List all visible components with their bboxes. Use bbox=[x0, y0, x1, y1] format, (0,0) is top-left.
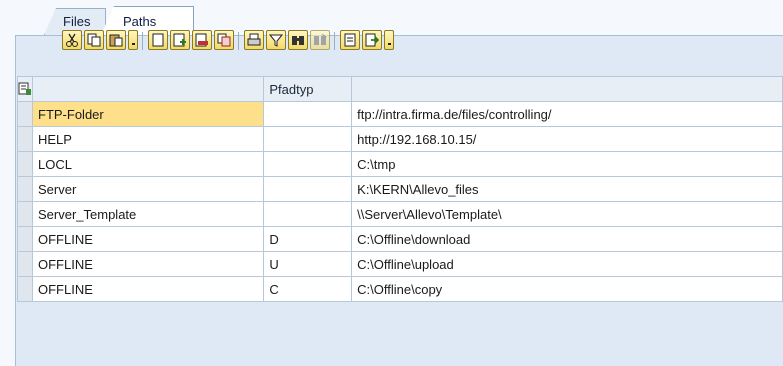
cell-type[interactable]: D bbox=[263, 226, 353, 252]
find-next-icon bbox=[314, 33, 327, 45]
column-header-name[interactable] bbox=[31, 76, 265, 102]
cell-path[interactable]: http://192.168.10.15/ bbox=[351, 126, 783, 152]
copy-row-icon bbox=[217, 33, 231, 47]
find-button[interactable] bbox=[288, 30, 308, 50]
row-selector[interactable] bbox=[17, 126, 33, 152]
cell-path[interactable]: \\Server\Allevo\Template\ bbox=[351, 201, 783, 227]
cell-type[interactable] bbox=[263, 151, 353, 177]
export-file-button[interactable] bbox=[362, 30, 382, 50]
table-row[interactable]: Server K:\KERN\Allevo_files bbox=[17, 176, 783, 202]
paths-table: Pfadtyp FTP-Folder ftp://intra.firma.de/… bbox=[17, 76, 783, 302]
export-dropdown[interactable] bbox=[384, 30, 394, 50]
chevron-down-icon bbox=[132, 43, 135, 45]
select-all-icon bbox=[18, 82, 31, 95]
column-header-pfadtyp[interactable]: Pfadtyp bbox=[263, 76, 353, 102]
insert-row-icon bbox=[173, 33, 186, 47]
copy-icon bbox=[87, 33, 101, 47]
cell-type[interactable]: C bbox=[263, 276, 353, 302]
paste-dropdown[interactable] bbox=[128, 30, 138, 50]
cut-button[interactable] bbox=[62, 30, 82, 50]
chevron-down-icon bbox=[388, 43, 391, 45]
cell-path[interactable]: C:\Offline\copy bbox=[351, 276, 783, 302]
cell-path[interactable]: C:\Offline\download bbox=[351, 226, 783, 252]
cell-path[interactable]: ftp://intra.firma.de/files/controlling/ bbox=[351, 101, 783, 127]
select-all-button[interactable] bbox=[17, 76, 33, 102]
paste-icon bbox=[109, 34, 123, 47]
filter-button[interactable] bbox=[266, 30, 286, 50]
cell-name[interactable]: Server_Template bbox=[31, 201, 265, 227]
export-button[interactable] bbox=[340, 30, 360, 50]
row-selector[interactable] bbox=[17, 251, 33, 277]
toolbar-separator bbox=[238, 32, 239, 50]
cell-name[interactable]: OFFLINE bbox=[31, 276, 265, 302]
table-row[interactable]: OFFLINE U C:\Offline\upload bbox=[17, 251, 783, 277]
cell-name[interactable]: Server bbox=[31, 176, 265, 202]
cell-type[interactable] bbox=[263, 126, 353, 152]
cut-icon bbox=[66, 33, 78, 47]
print-button[interactable] bbox=[244, 30, 264, 50]
row-selector[interactable] bbox=[17, 276, 33, 302]
export-file-icon bbox=[365, 33, 379, 47]
column-header-path[interactable] bbox=[351, 76, 783, 102]
copy-button[interactable] bbox=[84, 30, 104, 50]
binoculars-icon bbox=[292, 36, 304, 45]
cell-name[interactable]: HELP bbox=[31, 126, 265, 152]
cell-type[interactable] bbox=[263, 176, 353, 202]
new-row-icon bbox=[152, 33, 164, 47]
row-selector[interactable] bbox=[17, 176, 33, 202]
row-selector[interactable] bbox=[17, 226, 33, 252]
cell-path[interactable]: C:\Offline\upload bbox=[351, 251, 783, 277]
table-row[interactable]: LOCL C:\tmp bbox=[17, 151, 783, 177]
cell-type[interactable] bbox=[263, 201, 353, 227]
row-selector[interactable] bbox=[17, 151, 33, 177]
delete-row-icon bbox=[195, 33, 208, 47]
cell-name[interactable]: OFFLINE bbox=[31, 251, 265, 277]
row-selector[interactable] bbox=[17, 201, 33, 227]
cell-path[interactable]: K:\KERN\Allevo_files bbox=[351, 176, 783, 202]
cell-name[interactable]: OFFLINE bbox=[31, 226, 265, 252]
cell-path[interactable]: C:\tmp bbox=[351, 151, 783, 177]
table-row[interactable]: FTP-Folder ftp://intra.firma.de/files/co… bbox=[17, 101, 783, 127]
table-header-row: Pfadtyp bbox=[17, 76, 783, 102]
find-next-button[interactable] bbox=[310, 30, 330, 50]
row-selector[interactable] bbox=[17, 101, 33, 127]
table-row[interactable]: Server_Template \\Server\Allevo\Template… bbox=[17, 201, 783, 227]
new-row-button[interactable] bbox=[148, 30, 168, 50]
table-row[interactable]: OFFLINE D C:\Offline\download bbox=[17, 226, 783, 252]
filter-icon bbox=[269, 34, 283, 47]
insert-row-button[interactable] bbox=[170, 30, 190, 50]
toolbar-separator bbox=[334, 32, 335, 50]
copy-row-button[interactable] bbox=[214, 30, 234, 50]
paste-button[interactable] bbox=[106, 30, 126, 50]
toolbar-separator bbox=[142, 32, 143, 50]
table-row[interactable]: OFFLINE C C:\Offline\copy bbox=[17, 276, 783, 302]
delete-row-button[interactable] bbox=[192, 30, 212, 50]
cell-name[interactable]: FTP-Folder bbox=[31, 101, 265, 127]
document-icon bbox=[344, 33, 356, 47]
cell-type[interactable]: U bbox=[263, 251, 353, 277]
cell-name[interactable]: LOCL bbox=[31, 151, 265, 177]
print-icon bbox=[247, 33, 261, 46]
table-row[interactable]: HELP http://192.168.10.15/ bbox=[17, 126, 783, 152]
cell-type[interactable] bbox=[263, 101, 353, 127]
